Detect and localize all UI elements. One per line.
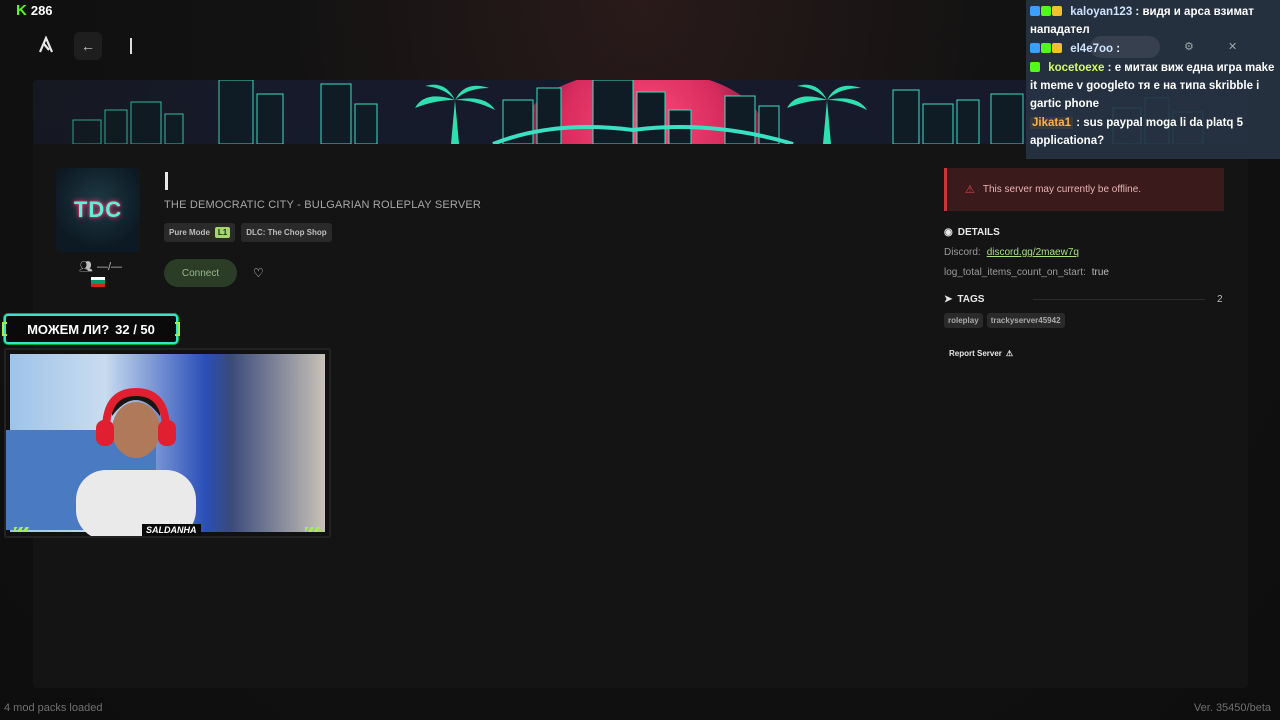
- tag-chip[interactable]: roleplay: [944, 313, 983, 328]
- webcam-overlay: SALDANHA: [4, 348, 331, 538]
- app-logo-icon[interactable]: [36, 35, 56, 56]
- app-window: K 286 ← TDC 👥︎ —/— THE DEMOCRATIC CITY -…: [0, 0, 1280, 720]
- challenge-bracket-right: [175, 322, 180, 336]
- kick-icon: K: [16, 2, 27, 19]
- tags-divider: [1033, 299, 1205, 300]
- challenge-bracket-left: [2, 322, 7, 336]
- details-heading-text: DETAILS: [957, 227, 1000, 238]
- heart-icon[interactable]: ♡: [253, 266, 264, 280]
- mod-packs-status: 4 mod packs loaded: [4, 702, 103, 714]
- badge-icon: [1030, 62, 1040, 72]
- text-cursor: [130, 38, 132, 54]
- chat-username: kaloyan123: [1070, 6, 1133, 18]
- server-badges: Pure Mode L1 DLC: The Chop Shop: [164, 223, 332, 242]
- discord-link[interactable]: discord.gg/2maew7q: [987, 247, 1079, 258]
- tags-heading-text: TAGS: [957, 294, 985, 305]
- detail-log-value: true: [1091, 267, 1109, 278]
- top-nav: ←: [36, 32, 132, 60]
- server-subtitle: THE DEMOCRATIC CITY - BULGARIAN ROLEPLAY…: [164, 199, 482, 211]
- crown-icon: [1052, 43, 1062, 53]
- report-server-button[interactable]: Report Server ⚠: [949, 349, 1013, 358]
- flag-stripe-red: [91, 283, 105, 287]
- viewer-count: 286: [30, 3, 53, 18]
- player-count-value: —/—: [96, 260, 123, 273]
- chat-text: : видя и арса взимат нападател: [1030, 6, 1254, 36]
- player-count: 👥︎ —/—: [79, 260, 123, 274]
- details-heading: ◉ DETAILS: [944, 227, 1000, 238]
- badge-label: DLC: The Chop Shop: [246, 228, 327, 237]
- tag-list: roleplay trackyserver45942: [944, 313, 1065, 328]
- connect-button[interactable]: Connect: [164, 259, 237, 287]
- warning-triangle-icon: ⚠: [1005, 349, 1014, 358]
- chat-username: kocetoexe: [1048, 62, 1105, 74]
- server-logo-text: TDC: [73, 197, 123, 222]
- badge-icon: [1041, 6, 1051, 16]
- warning-icon: ⚠: [965, 184, 975, 196]
- chat-message: kaloyan123 : видя и арса взимат нападате…: [1030, 3, 1276, 39]
- tag-chip[interactable]: trackyserver45942: [986, 313, 1065, 328]
- detail-log-items: log_total_items_count_on_start: true: [944, 267, 1109, 278]
- chat-message: Jikata1 : sus paypal moga li da platq 5 …: [1030, 114, 1276, 150]
- chat-overlay: ⚙ ✕ kaloyan123 : видя и арса взимат напа…: [1026, 0, 1280, 159]
- crown-icon: [1052, 6, 1062, 16]
- webcam-corner-left: [14, 527, 30, 532]
- report-label: Report Server: [949, 349, 1002, 358]
- tag-icon: ➤: [944, 294, 953, 305]
- server-logo: TDC: [56, 168, 140, 252]
- badge-icon: [1030, 43, 1040, 53]
- badge-dlc: DLC: The Chop Shop: [241, 223, 332, 242]
- webcam-person: [76, 387, 196, 536]
- arrow-left-icon: ←: [81, 38, 95, 54]
- detail-discord: Discord: discord.gg/2maew7q: [944, 247, 1079, 258]
- chat-username: Jikata1: [1030, 117, 1074, 129]
- badge-icon: [1030, 6, 1040, 16]
- detail-log-label: log_total_items_count_on_start:: [944, 267, 1086, 278]
- gear-icon: ⚙: [1184, 41, 1194, 53]
- offline-alert-text: This server may currently be offline.: [982, 184, 1142, 195]
- webcam-corner-right: [305, 527, 321, 532]
- tags-count: 2: [1217, 294, 1223, 305]
- challenge-text: МОЖЕМ ЛИ?: [27, 321, 110, 337]
- viewer-counter: K 286: [16, 2, 53, 19]
- eye-icon: ◉: [944, 227, 953, 238]
- detail-discord-label: Discord:: [944, 247, 981, 258]
- close-icon: ✕: [1228, 41, 1238, 53]
- badge-label: Pure Mode: [169, 228, 210, 237]
- badge-icon: [1041, 43, 1051, 53]
- version-label: Ver. 35450/beta: [1193, 702, 1271, 714]
- offline-alert: ⚠ This server may currently be offline.: [944, 168, 1224, 211]
- badge-pure-mode: Pure Mode L1: [164, 223, 236, 242]
- challenge-score: 32 / 50: [115, 321, 155, 337]
- webcam-label: SALDANHA: [142, 524, 201, 536]
- bulgaria-flag-icon: [91, 277, 105, 287]
- tags-heading: ➤ TAGS: [944, 294, 984, 305]
- server-title-cursor: [165, 172, 168, 190]
- challenge-overlay: МОЖЕМ ЛИ? 32 / 50: [2, 314, 180, 344]
- back-button[interactable]: ←: [74, 32, 102, 60]
- chat-message: kocetoexe : е митак виж една игра make i…: [1030, 59, 1276, 113]
- users-icon: 👥︎: [79, 261, 93, 273]
- chat-ghost-button: [1090, 36, 1160, 58]
- badge-level: L1: [214, 227, 231, 238]
